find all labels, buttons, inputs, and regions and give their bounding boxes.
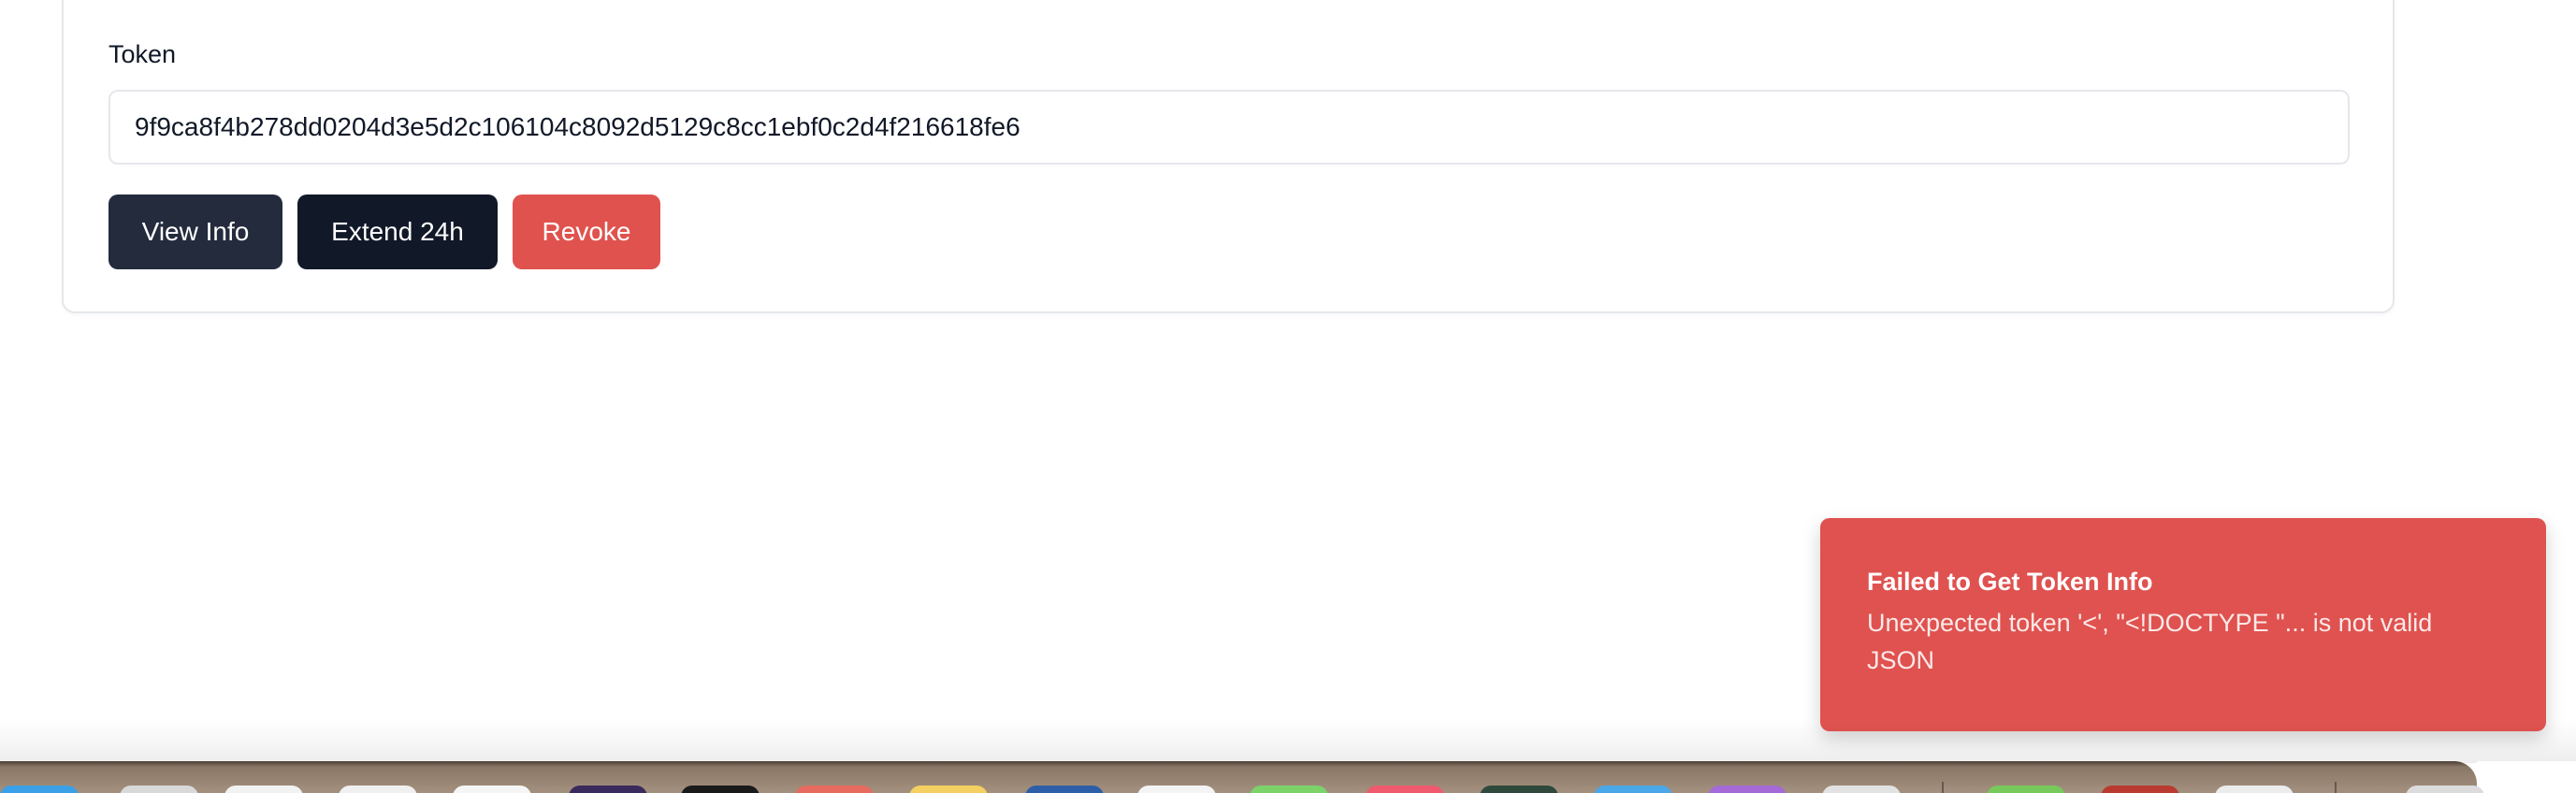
notes-icon[interactable] xyxy=(909,786,988,793)
dock-edge-background xyxy=(2477,761,2576,793)
music-icon[interactable] xyxy=(1366,786,1444,793)
dock-separator xyxy=(2335,782,2337,793)
terminal-icon[interactable] xyxy=(681,786,760,793)
app-red-icon[interactable] xyxy=(795,786,874,793)
app-pale-icon[interactable] xyxy=(2215,786,2294,793)
calendar-icon[interactable] xyxy=(453,786,531,793)
app-blue-icon[interactable] xyxy=(1025,786,1104,793)
error-toast[interactable]: Failed to Get Token Info Unexpected toke… xyxy=(1820,518,2546,731)
launchpad-icon[interactable] xyxy=(120,786,198,793)
app-page: Token View Info Extend 24h Revoke Failed… xyxy=(0,0,2576,793)
revoke-button[interactable]: Revoke xyxy=(513,195,660,269)
messages-icon[interactable] xyxy=(1250,786,1328,793)
app-green-icon[interactable] xyxy=(1987,786,2065,793)
app-light-gray-icon[interactable] xyxy=(1822,786,1901,793)
app-dark-red-icon[interactable] xyxy=(2101,786,2179,793)
extend-24h-button[interactable]: Extend 24h xyxy=(297,195,498,269)
dock-shadow xyxy=(0,720,2576,763)
app-dark-green-icon[interactable] xyxy=(1480,786,1558,793)
token-input[interactable] xyxy=(109,90,2350,165)
dock-separator xyxy=(1942,782,1944,793)
view-info-button[interactable]: View Info xyxy=(109,195,282,269)
app-violet-icon[interactable] xyxy=(1708,786,1787,793)
trash-icon[interactable] xyxy=(2406,786,2484,793)
app-dark-purple-icon[interactable] xyxy=(569,786,647,793)
app-sky-icon[interactable] xyxy=(1594,786,1672,793)
toast-description: Unexpected token '<', "<!DOCTYPE "... is… xyxy=(1867,609,2433,674)
safari-icon[interactable] xyxy=(224,786,303,793)
mail-icon[interactable] xyxy=(339,786,417,793)
toast-title: Failed to Get Token Info xyxy=(1867,568,2153,596)
app-white-icon[interactable] xyxy=(1137,786,1216,793)
token-label: Token xyxy=(109,40,177,68)
finder-icon[interactable] xyxy=(0,786,79,793)
